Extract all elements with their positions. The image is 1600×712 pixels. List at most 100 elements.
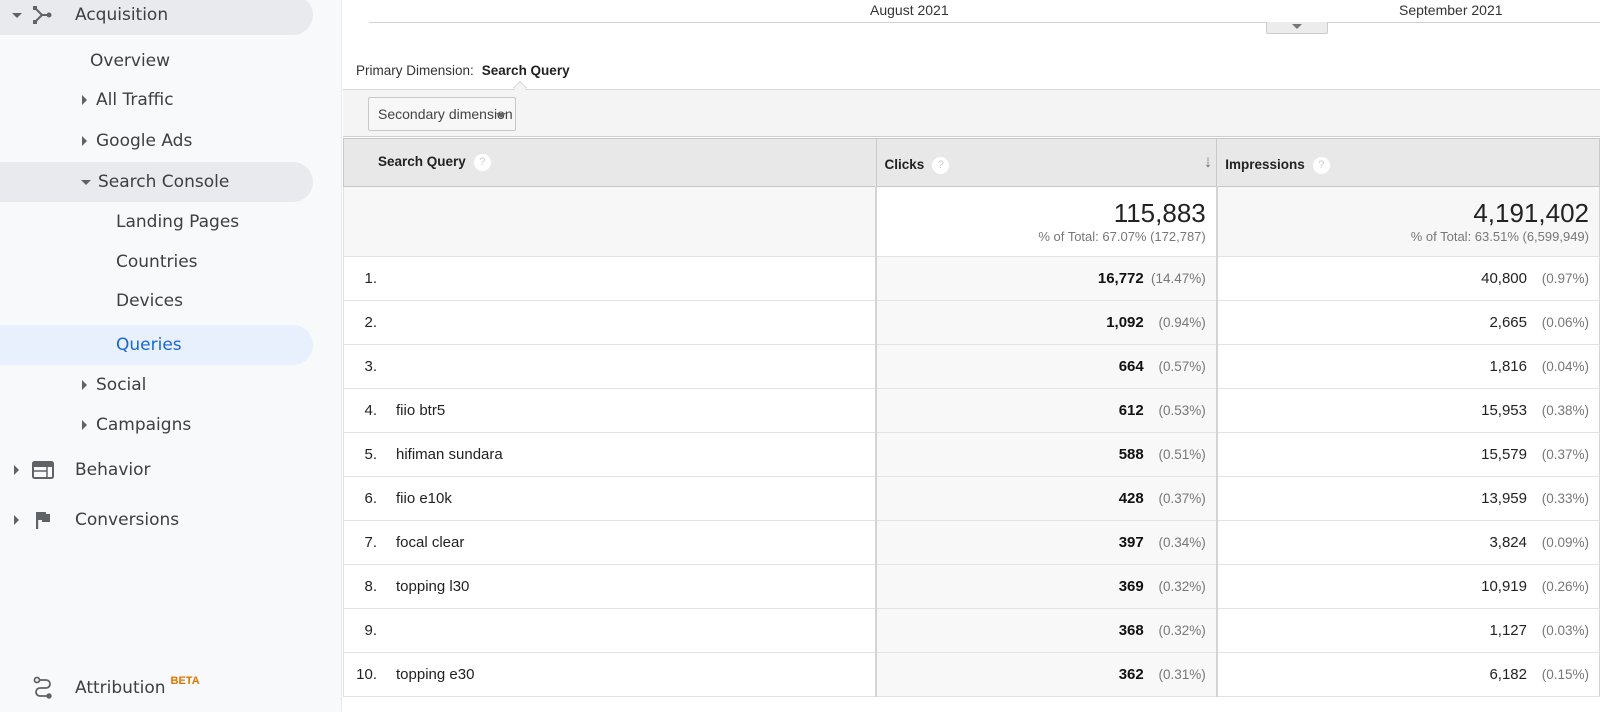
help-icon[interactable]: ? <box>1312 157 1330 174</box>
clicks-value: 362 <box>1118 666 1144 683</box>
query-link[interactable]: hifiman sundara <box>396 446 503 463</box>
clicks-percent: (0.57%) <box>1158 359 1206 374</box>
row-rank: 1. <box>364 270 377 287</box>
clicks-percent: (0.94%) <box>1158 315 1206 330</box>
impressions-percent: (0.26%) <box>1541 579 1589 594</box>
query-link[interactable]: topping e30 <box>396 666 474 683</box>
impressions-cell: 1,127 (0.03%) <box>1215 608 1600 653</box>
impressions-percent: (0.06%) <box>1541 315 1589 330</box>
query-cell: 7. focal clear <box>343 520 877 565</box>
impressions-percent: (0.15%) <box>1541 667 1589 682</box>
impressions-percent: (0.33%) <box>1541 491 1589 506</box>
sidebar-item-landing-pages[interactable]: Landing Pages <box>116 202 239 242</box>
impressions-value: 13,959 <box>1481 490 1527 507</box>
impressions-value: 10,919 <box>1481 578 1527 595</box>
help-icon[interactable]: ? <box>473 154 491 171</box>
column-header-clicks[interactable]: Clicks? ↓ <box>875 138 1218 187</box>
chevron-right-icon <box>14 515 19 525</box>
sidebar-item-search-console[interactable]: Search Console <box>0 162 313 202</box>
secondary-dimension-dropdown[interactable]: Secondary dimension <box>368 97 516 131</box>
sidebar-item-label: Behavior <box>75 460 151 480</box>
sidebar-item-google-ads[interactable]: Google Ads <box>82 121 192 161</box>
analytics-report-page: Acquisition Overview All Traffic Google … <box>0 0 1600 712</box>
sidebar-item-label: Google Ads <box>96 131 193 151</box>
sidebar-item-label: Overview <box>90 51 171 71</box>
sidebar-item-label: Landing Pages <box>116 212 240 232</box>
clicks-value: 588 <box>1118 446 1144 463</box>
clicks-value: 612 <box>1118 402 1144 419</box>
totals-label-cell <box>343 186 877 257</box>
clicks-cell: 16,772 (14.47%) <box>875 256 1217 301</box>
clicks-percent: (0.37%) <box>1158 491 1206 506</box>
row-rank: 3. <box>364 358 377 375</box>
query-link[interactable]: topping l30 <box>396 578 469 595</box>
column-header-search-query[interactable]: Search Query? <box>343 138 877 187</box>
impressions-value: 1,127 <box>1489 622 1527 639</box>
sidebar-item-label: Queries <box>116 335 182 355</box>
timeline-month-label: August 2021 <box>870 2 949 18</box>
query-cell: 4. fiio btr5 <box>343 388 877 433</box>
sort-descending-icon[interactable]: ↓ <box>1204 152 1213 172</box>
sidebar-item-label: Campaigns <box>96 415 192 435</box>
table-header-row: Search Query? Clicks? ↓ Impressions? <box>343 138 1600 187</box>
chevron-right-icon <box>82 136 87 146</box>
query-link[interactable]: fiio e10k <box>396 490 452 507</box>
primary-dimension-value[interactable]: Search Query <box>482 63 570 78</box>
clicks-value: 368 <box>1118 622 1144 639</box>
table-row: 7. focal clear 397 (0.34%) 3,824 (0.09%) <box>343 520 1600 565</box>
table-row: 5. hifiman sundara 588 (0.51%) 15,579 (0.37%) <box>343 432 1600 477</box>
clicks-value: 369 <box>1118 578 1144 595</box>
row-rank: 6. <box>364 490 377 507</box>
column-header-impressions[interactable]: Impressions? <box>1216 138 1600 187</box>
impressions-percent: (0.37%) <box>1541 447 1589 462</box>
sidebar-item-label: Devices <box>116 291 183 311</box>
row-rank: 7. <box>364 534 377 551</box>
row-rank: 9. <box>364 622 377 639</box>
impressions-percent: (0.04%) <box>1541 359 1589 374</box>
sidebar-item-overview[interactable]: Overview <box>90 41 170 81</box>
sidebar-item-campaigns[interactable]: Campaigns <box>82 405 191 445</box>
impressions-cell: 6,182 (0.15%) <box>1215 652 1600 697</box>
clicks-cell: 428 (0.37%) <box>875 476 1217 521</box>
query-cell: 5. hifiman sundara <box>343 432 877 477</box>
sidebar-item-conversions[interactable]: Conversions <box>0 500 313 540</box>
impressions-value: 40,800 <box>1481 270 1527 287</box>
sidebar-item-queries[interactable]: Queries <box>0 325 313 365</box>
query-link[interactable]: fiio btr5 <box>396 402 445 419</box>
table-row: 8. topping l30 369 (0.32%) 10,919 (0.26%) <box>343 564 1600 609</box>
totals-impressions-cell: 4,191,402 % of Total: 63.51% (6,599,949) <box>1215 186 1600 257</box>
help-icon[interactable]: ? <box>932 157 950 174</box>
sidebar-item-acquisition[interactable]: Acquisition <box>0 0 313 35</box>
clicks-value: 428 <box>1118 490 1144 507</box>
clicks-cell: 588 (0.51%) <box>875 432 1217 477</box>
sidebar-item-attribution[interactable]: Attribution BETA <box>0 668 313 708</box>
clicks-percent: (14.47%) <box>1150 271 1206 286</box>
clicks-cell: 612 (0.53%) <box>875 388 1217 433</box>
sidebar-item-label: Social <box>96 375 147 395</box>
query-cell: 1. <box>343 256 877 301</box>
sidebar-item-devices[interactable]: Devices <box>116 281 183 321</box>
sidebar-item-countries[interactable]: Countries <box>116 242 198 282</box>
sidebar-item-label: All Traffic <box>96 90 174 110</box>
row-rank: 10. <box>356 666 377 683</box>
impressions-value: 6,182 <box>1489 666 1527 683</box>
sidebar-item-all-traffic[interactable]: All Traffic <box>82 80 174 120</box>
clicks-percent: (0.32%) <box>1158 579 1206 594</box>
query-link[interactable]: focal clear <box>396 534 464 551</box>
total-clicks-percent: % of Total: 67.07% (172,787) <box>1038 229 1206 244</box>
chevron-right-icon <box>82 95 87 105</box>
table-row: 10. topping e30 362 (0.31%) 6,182 (0.15%) <box>343 652 1600 697</box>
timeline-month-label: September 2021 <box>1399 2 1503 18</box>
table-row: 1. 16,772 (14.47%) 40,800 (0.97%) <box>343 256 1600 301</box>
clicks-value: 397 <box>1118 534 1144 551</box>
impressions-cell: 15,579 (0.37%) <box>1215 432 1600 477</box>
sidebar-item-behavior[interactable]: Behavior <box>0 450 313 490</box>
primary-dimension: Primary Dimension: Search Query <box>356 63 570 78</box>
beta-badge: BETA <box>170 675 200 687</box>
report-main: August 2021 September 2021 Primary Dimen… <box>343 0 1600 712</box>
sidebar-item-social[interactable]: Social <box>82 365 146 405</box>
impressions-cell: 3,824 (0.09%) <box>1215 520 1600 565</box>
clicks-cell: 369 (0.32%) <box>875 564 1217 609</box>
collapse-chart-toggle[interactable] <box>1266 22 1328 34</box>
chevron-right-icon <box>82 420 87 430</box>
